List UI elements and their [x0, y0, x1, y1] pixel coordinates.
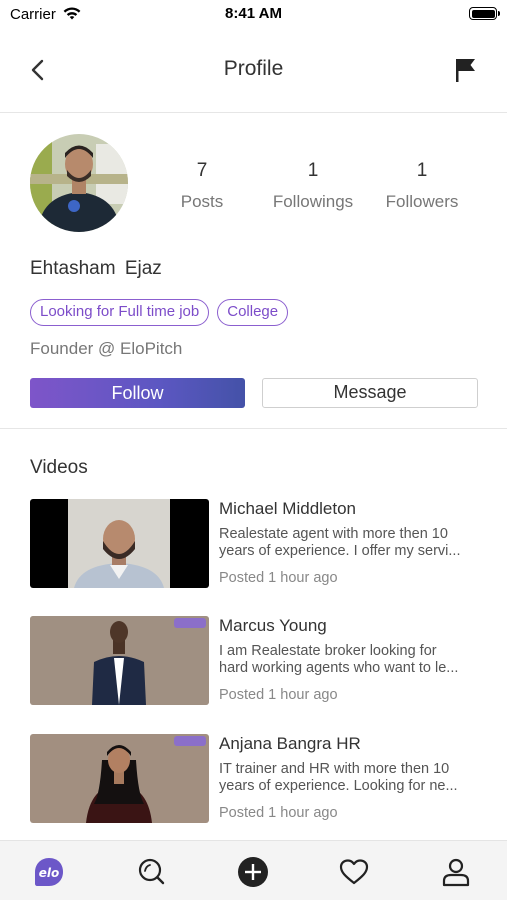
status-bar: Carrier 8:41 AM — [0, 0, 507, 30]
first-name: Ehtasham — [30, 258, 116, 279]
battery-icon — [469, 7, 500, 20]
flag-icon[interactable] — [453, 56, 479, 84]
last-name: Ejaz — [124, 258, 162, 279]
stat-followers[interactable]: 1 Followers — [367, 160, 477, 212]
video-description-line: Realestate agent with more then 10 — [219, 526, 448, 542]
profile-divider — [0, 428, 507, 429]
followings-count: 1 — [307, 160, 319, 181]
video-description: Realestate agent with more then 10 years… — [219, 526, 481, 560]
video-author: Michael Middleton — [219, 499, 357, 518]
video-timestamp: Posted 1 hour ago — [219, 570, 338, 586]
stat-posts[interactable]: 7 Posts — [147, 160, 257, 212]
video-description-line: hard working agents who want to le... — [219, 660, 459, 676]
clock: 8:41 AM — [225, 5, 282, 22]
video-timestamp: Posted 1 hour ago — [219, 805, 338, 821]
video-thumbnail — [30, 734, 209, 823]
video-description-line: years of experience. I offer my servi... — [219, 543, 461, 559]
video-thumbnail — [30, 616, 209, 705]
avatar — [30, 134, 128, 232]
video-list-item[interactable]: Anjana Bangra HR IT trainer and HR with … — [30, 734, 480, 824]
add-icon[interactable] — [236, 855, 270, 889]
page-title: Profile — [223, 57, 284, 80]
nav-divider — [0, 112, 507, 113]
followers-label: Followers — [385, 192, 459, 211]
video-timestamp: Posted 1 hour ago — [219, 687, 338, 703]
search-icon[interactable] — [135, 855, 169, 889]
follow-button[interactable]: Follow — [30, 378, 245, 408]
video-description: I am Realestate broker looking for hard … — [219, 643, 481, 677]
videos-section-title: Videos — [30, 457, 88, 478]
followers-count: 1 — [416, 160, 428, 181]
tag-chip[interactable]: College — [217, 299, 289, 326]
profile-name: Ehtasham Ejaz — [30, 258, 162, 280]
person-icon[interactable] — [439, 855, 473, 889]
video-description-line: I am Realestate broker looking for — [219, 643, 437, 659]
video-list-item[interactable]: Michael Middleton Realestate agent with … — [30, 499, 480, 589]
video-list-item[interactable]: Marcus Young I am Realestate broker look… — [30, 616, 480, 706]
stat-followings[interactable]: 1 Followings — [258, 160, 368, 212]
elo-logo-icon[interactable]: elo — [32, 855, 66, 889]
video-description-line: IT trainer and HR with more then 10 — [219, 761, 450, 777]
message-button[interactable]: Message — [262, 378, 478, 408]
video-author: Anjana Bangra HR — [219, 734, 361, 753]
video-description-line: years of experience. Looking for ne... — [219, 778, 458, 794]
heart-icon[interactable] — [337, 855, 371, 889]
video-description: IT trainer and HR with more then 10 year… — [219, 761, 481, 795]
followings-label: Followings — [272, 192, 354, 211]
nav-bar: Profile — [0, 44, 507, 96]
posts-count: 7 — [196, 160, 208, 181]
tag-chip[interactable]: Looking for Full time job — [30, 299, 210, 326]
video-thumbnail — [30, 499, 209, 588]
svg-text:elo: elo — [39, 866, 60, 880]
video-author: Marcus Young — [219, 616, 327, 635]
posts-label: Posts — [180, 192, 224, 211]
tab-bar: elo — [0, 840, 507, 900]
tag-list: Looking for Full time job College — [30, 299, 289, 326]
profile-bio: Founder @ EloPitch — [30, 339, 183, 358]
